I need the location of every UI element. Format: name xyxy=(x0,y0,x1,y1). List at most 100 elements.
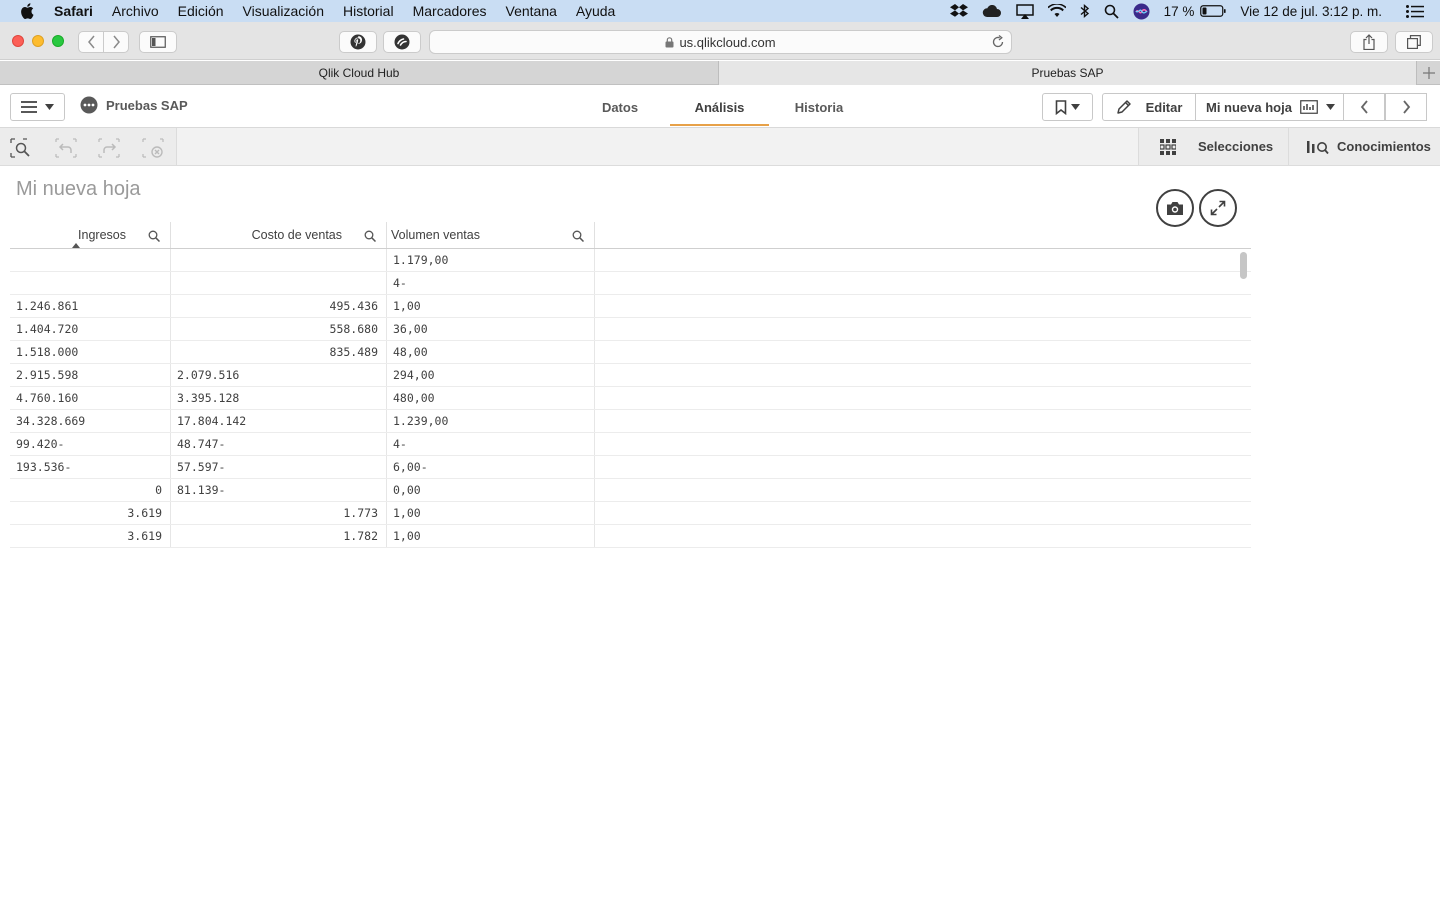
menu-ventana[interactable]: Ventana xyxy=(506,3,557,19)
cell-ingresos[interactable]: 0 xyxy=(10,479,171,501)
airplay-icon[interactable] xyxy=(1015,3,1034,19)
bluetooth-icon[interactable] xyxy=(1080,3,1090,19)
tab-analisis[interactable]: Análisis xyxy=(670,86,769,128)
search-icon[interactable] xyxy=(364,230,376,242)
cell-volumen-ventas[interactable]: 0,00 xyxy=(387,479,595,501)
table-scrollbar[interactable] xyxy=(1240,252,1247,279)
cell-ingresos[interactable]: 3.619 xyxy=(10,502,171,524)
cloud-icon[interactable] xyxy=(982,4,1002,18)
menu-visualizacion[interactable]: Visualización xyxy=(243,3,324,19)
sidebar-toggle-button[interactable] xyxy=(139,31,177,53)
cell-volumen-ventas[interactable]: 4- xyxy=(387,272,595,294)
extension-button[interactable] xyxy=(383,31,421,53)
previous-sheet-button[interactable] xyxy=(1343,93,1385,121)
cell-costo-de-ventas[interactable]: 2.079.516 xyxy=(171,364,387,386)
menu-historial[interactable]: Historial xyxy=(343,3,394,19)
cell-empty xyxy=(595,341,1251,363)
tab-historia[interactable]: Historia xyxy=(779,86,859,128)
spotlight-search-icon[interactable] xyxy=(1104,4,1119,19)
column-header-costo-de-ventas[interactable]: Costo de ventas xyxy=(171,222,387,248)
cell-ingresos[interactable] xyxy=(10,249,171,271)
tab-qlik-cloud-hub[interactable]: Qlik Cloud Hub xyxy=(0,61,719,85)
tab-datos[interactable]: Datos xyxy=(580,86,660,128)
next-sheet-button[interactable] xyxy=(1385,93,1427,121)
chevron-left-icon xyxy=(1360,100,1369,114)
cell-volumen-ventas[interactable]: 1,00 xyxy=(387,295,595,317)
reload-icon[interactable] xyxy=(991,35,1005,49)
cell-costo-de-ventas[interactable]: 835.489 xyxy=(171,341,387,363)
insights-button[interactable]: Conocimientos xyxy=(1288,128,1440,165)
cell-ingresos[interactable]: 1.246.861 xyxy=(10,295,171,317)
cell-costo-de-ventas[interactable]: 17.804.142 xyxy=(171,410,387,432)
cell-ingresos[interactable] xyxy=(10,272,171,294)
cell-volumen-ventas[interactable]: 1.239,00 xyxy=(387,410,595,432)
cell-costo-de-ventas[interactable]: 3.395.128 xyxy=(171,387,387,409)
cell-ingresos[interactable]: 99.420- xyxy=(10,433,171,455)
chevron-left-icon xyxy=(87,35,96,49)
wifi-icon[interactable] xyxy=(1047,4,1066,18)
cell-ingresos[interactable]: 34.328.669 xyxy=(10,410,171,432)
column-header-ingresos[interactable]: Ingresos xyxy=(10,222,171,248)
cell-volumen-ventas[interactable]: 1.179,00 xyxy=(387,249,595,271)
cell-costo-de-ventas[interactable]: 57.597- xyxy=(171,456,387,478)
cell-costo-de-ventas[interactable]: 81.139- xyxy=(171,479,387,501)
cell-volumen-ventas[interactable]: 1,00 xyxy=(387,525,595,547)
selections-button[interactable]: Selecciones xyxy=(1138,128,1288,165)
app-title[interactable]: Pruebas SAP xyxy=(80,96,188,114)
notification-center-icon[interactable] xyxy=(1406,4,1424,18)
cell-ingresos[interactable]: 3.619 xyxy=(10,525,171,547)
menu-archivo[interactable]: Archivo xyxy=(112,3,159,19)
menu-ayuda[interactable]: Ayuda xyxy=(576,3,615,19)
cell-empty xyxy=(595,364,1251,386)
menubar-clock[interactable]: Vie 12 de jul. 3:12 p. m. xyxy=(1240,4,1382,19)
show-all-tabs-button[interactable] xyxy=(1395,31,1433,53)
address-bar[interactable]: us.qlikcloud.com xyxy=(429,30,1012,54)
new-tab-button[interactable] xyxy=(1417,61,1440,84)
menu-app-safari[interactable]: Safari xyxy=(54,3,93,19)
cell-volumen-ventas[interactable]: 294,00 xyxy=(387,364,595,386)
caret-down-icon xyxy=(1325,104,1335,110)
cell-volumen-ventas[interactable]: 1,00 xyxy=(387,502,595,524)
global-menu-button[interactable] xyxy=(10,93,65,121)
menu-marcadores[interactable]: Marcadores xyxy=(413,3,487,19)
battery-icon[interactable] xyxy=(1200,5,1227,17)
cell-costo-de-ventas[interactable]: 48.747- xyxy=(171,433,387,455)
cell-ingresos[interactable]: 2.915.598 xyxy=(10,364,171,386)
smart-search-icon[interactable] xyxy=(10,137,32,159)
close-window-button[interactable] xyxy=(12,35,24,47)
forward-button[interactable] xyxy=(103,31,129,53)
cell-costo-de-ventas[interactable] xyxy=(171,272,387,294)
cell-volumen-ventas[interactable]: 36,00 xyxy=(387,318,595,340)
cell-ingresos[interactable]: 1.518.000 xyxy=(10,341,171,363)
cell-ingresos[interactable]: 193.536- xyxy=(10,456,171,478)
tab-pruebas-sap[interactable]: Pruebas SAP xyxy=(719,61,1417,85)
search-icon[interactable] xyxy=(572,230,584,242)
edit-sheet-button[interactable]: Editar xyxy=(1102,93,1196,121)
menu-edicion[interactable]: Edición xyxy=(178,3,224,19)
bookmarks-button[interactable] xyxy=(1042,93,1093,121)
share-button[interactable] xyxy=(1350,31,1388,53)
column-header-volumen-ventas[interactable]: Volumen ventas xyxy=(387,222,595,248)
back-button[interactable] xyxy=(78,31,104,53)
sheet-selector[interactable]: Mi nueva hoja xyxy=(1195,93,1344,121)
cell-costo-de-ventas[interactable] xyxy=(171,249,387,271)
cell-volumen-ventas[interactable]: 48,00 xyxy=(387,341,595,363)
cell-volumen-ventas[interactable]: 480,00 xyxy=(387,387,595,409)
zoom-window-button[interactable] xyxy=(52,35,64,47)
siri-icon[interactable] xyxy=(1133,3,1150,20)
pinterest-extension-button[interactable] xyxy=(339,31,377,53)
cell-ingresos[interactable]: 4.760.160 xyxy=(10,387,171,409)
minimize-window-button[interactable] xyxy=(32,35,44,47)
cell-volumen-ventas[interactable]: 6,00- xyxy=(387,456,595,478)
dropbox-icon[interactable] xyxy=(949,4,968,18)
cell-ingresos[interactable]: 1.404.720 xyxy=(10,318,171,340)
cell-volumen-ventas[interactable]: 4- xyxy=(387,433,595,455)
cell-costo-de-ventas[interactable]: 1.782 xyxy=(171,525,387,547)
app-name-label: Pruebas SAP xyxy=(106,97,188,113)
more-options-icon[interactable] xyxy=(80,96,98,114)
cell-costo-de-ventas[interactable]: 558.680 xyxy=(171,318,387,340)
search-icon[interactable] xyxy=(148,230,160,242)
cell-costo-de-ventas[interactable]: 1.773 xyxy=(171,502,387,524)
cell-costo-de-ventas[interactable]: 495.436 xyxy=(171,295,387,317)
apple-icon[interactable] xyxy=(20,3,36,19)
